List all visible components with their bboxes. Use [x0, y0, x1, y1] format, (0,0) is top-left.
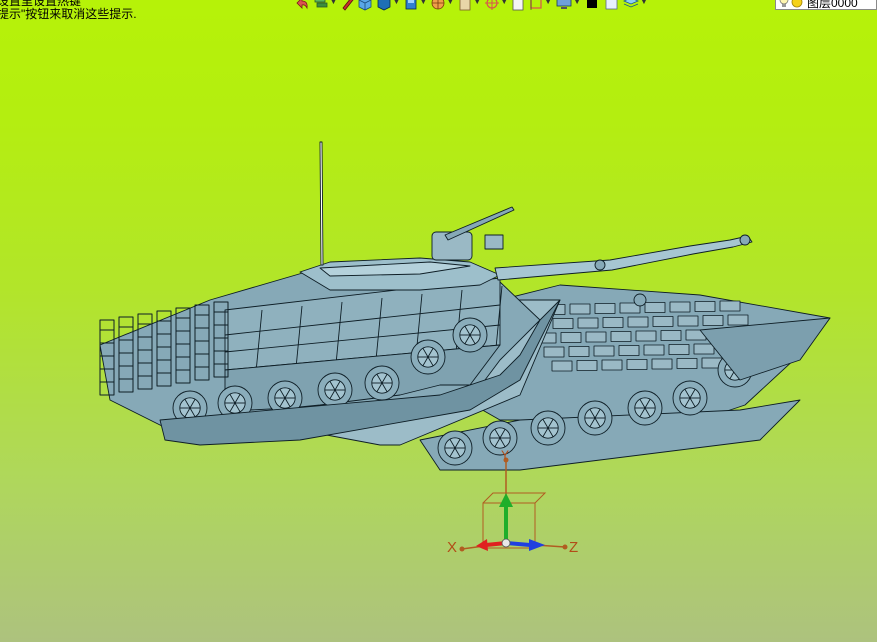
grille-cell — [576, 360, 598, 371]
tank-model[interactable] — [99, 141, 831, 471]
grille-cell — [577, 317, 599, 329]
grille-cell — [569, 303, 591, 315]
searchlight — [633, 293, 647, 307]
grille-cell — [651, 358, 673, 370]
grille-cell — [677, 315, 699, 327]
grille-cell — [644, 302, 666, 313]
grille-cell — [676, 358, 698, 369]
grille-cell — [702, 315, 724, 326]
grille-cell — [693, 343, 715, 355]
sight-box — [484, 234, 504, 250]
grille-cell — [618, 345, 640, 356]
main-gun-barrel — [494, 235, 753, 281]
grille-cell — [551, 360, 573, 372]
grille-cell — [594, 303, 616, 314]
muzzle-ring — [739, 234, 751, 246]
z-axis-label: Z — [569, 539, 579, 556]
y-axis-label: Y — [501, 448, 510, 462]
grille-cell — [543, 346, 565, 358]
machine-gun — [444, 206, 515, 241]
grille-cell — [719, 300, 741, 312]
grille-cell — [602, 317, 624, 328]
grille-cell — [694, 301, 716, 312]
x-axis-label: X — [447, 539, 458, 556]
3d-viewport[interactable] — [0, 0, 877, 642]
grille-cell — [668, 344, 690, 355]
grille-cell — [585, 331, 607, 343]
grille-cell — [660, 330, 682, 341]
grille-cell — [568, 346, 590, 357]
evacuator-ring — [594, 259, 606, 271]
grille-cell — [627, 316, 649, 328]
grille-cell — [626, 359, 648, 370]
grille-cell — [669, 301, 691, 313]
grille-cell — [610, 331, 632, 342]
grille-cell — [601, 359, 623, 371]
antenna — [319, 141, 324, 266]
grille-cell — [593, 345, 615, 357]
grille-cell — [635, 330, 657, 342]
grille-cell — [652, 316, 674, 327]
axis-triad — [459, 457, 568, 552]
grille-cell — [727, 314, 749, 326]
grille-cell — [552, 318, 574, 329]
grille-cell — [560, 332, 582, 343]
grille-cell — [643, 344, 665, 356]
